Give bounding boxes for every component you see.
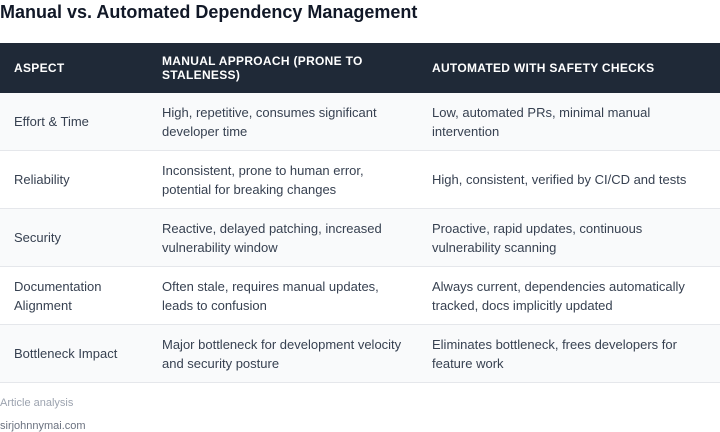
table-row: Documentation Alignment Often stale, req… (0, 266, 720, 325)
manual-cell: Reactive, delayed patching, increased vu… (148, 208, 418, 267)
manual-cell: Often stale, requires manual updates, le… (148, 266, 418, 325)
automated-cell: Low, automated PRs, minimal manual inter… (418, 93, 720, 151)
aspect-cell: Bottleneck Impact (0, 324, 148, 383)
aspect-cell: Security (0, 208, 148, 267)
table-body: Effort & Time High, repetitive, consumes… (0, 93, 720, 383)
aspect-cell: Reliability (0, 150, 148, 209)
source-note: Article analysis (0, 397, 74, 409)
column-header-aspect: ASPECT (0, 43, 148, 93)
column-header-manual: MANUAL APPROACH (PRONE TO STALENESS) (148, 43, 418, 93)
manual-cell: Inconsistent, prone to human error, pote… (148, 150, 418, 209)
table-header: ASPECT MANUAL APPROACH (PRONE TO STALENE… (0, 43, 720, 93)
header-row: ASPECT MANUAL APPROACH (PRONE TO STALENE… (0, 43, 720, 93)
automated-cell: High, consistent, verified by CI/CD and … (418, 150, 720, 209)
table-row: Effort & Time High, repetitive, consumes… (0, 93, 720, 151)
automated-cell: Always current, dependencies automatical… (418, 266, 720, 325)
manual-cell: Major bottleneck for development velocit… (148, 324, 418, 383)
automated-cell: Proactive, rapid updates, continuous vul… (418, 208, 720, 267)
aspect-cell: Documentation Alignment (0, 266, 148, 325)
table-row: Bottleneck Impact Major bottleneck for d… (0, 324, 720, 383)
page-title: Manual vs. Automated Dependency Manageme… (0, 2, 418, 22)
site-credit: sirjohnnymai.com (0, 420, 86, 432)
manual-cell: High, repetitive, consumes significant d… (148, 93, 418, 151)
table-row: Reliability Inconsistent, prone to human… (0, 150, 720, 209)
table-row: Security Reactive, delayed patching, inc… (0, 208, 720, 267)
comparison-table: ASPECT MANUAL APPROACH (PRONE TO STALENE… (0, 43, 720, 383)
aspect-cell: Effort & Time (0, 93, 148, 151)
page: Manual vs. Automated Dependency Manageme… (0, 0, 720, 432)
column-header-automated: AUTOMATED WITH SAFETY CHECKS (418, 43, 720, 93)
automated-cell: Eliminates bottleneck, frees developers … (418, 324, 720, 383)
